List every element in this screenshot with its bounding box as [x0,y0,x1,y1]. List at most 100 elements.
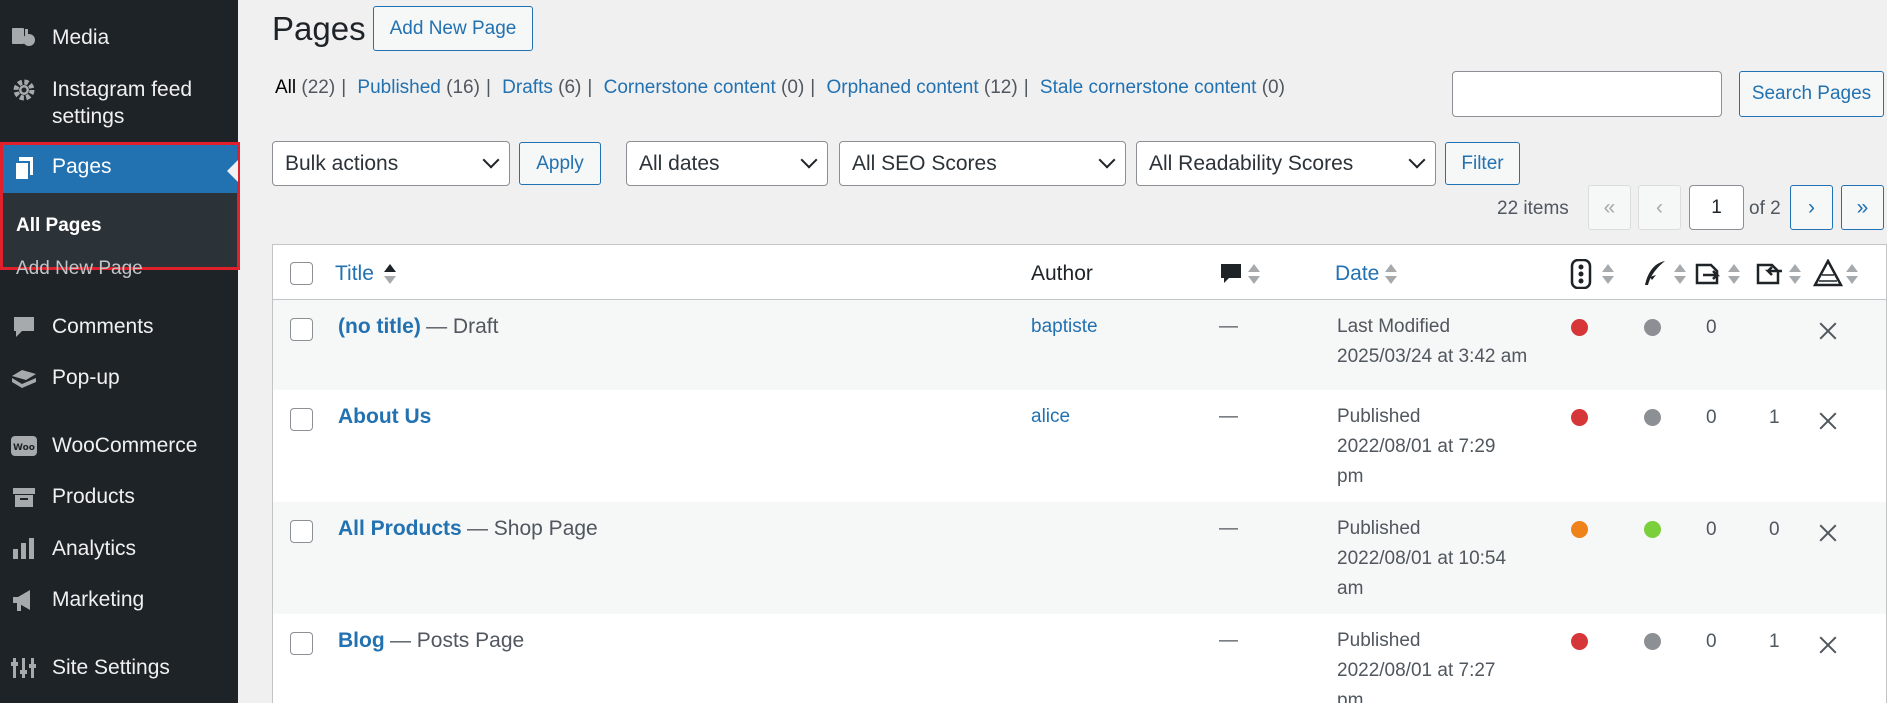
count-published: (16) [446,77,480,98]
readability-score-dot [1644,521,1661,538]
column-author: Author [1031,262,1093,285]
links-out-count: 1 [1769,407,1780,428]
submenu-add-new-page[interactable]: Add New Page [16,258,143,280]
admin-sidebar: Media Instagram feed settings Pages All … [0,0,240,703]
x-mark-icon [1817,522,1839,544]
title-cell: Blog — Posts Page [338,626,524,657]
warning-triangle-icon[interactable] [1812,258,1844,293]
count-cornerstone: (0) [781,77,805,98]
submenu-all-pages[interactable]: All Pages [16,215,102,237]
menu-label-popup: Pop-up [52,366,120,389]
row-date: Last Modified 2025/03/24 at 3:42 am [1337,316,1528,367]
row-title-link[interactable]: All Products [338,517,462,540]
count-drafts: (6) [558,77,582,98]
seo-traffic-light-icon[interactable] [1570,258,1592,295]
add-new-page-button[interactable]: Add New Page [373,6,533,51]
links-in-count: 0 [1706,631,1717,652]
menu-label-pages: Pages [52,155,112,178]
apply-button[interactable]: Apply [519,142,601,185]
sort-seo-icon[interactable] [1602,264,1614,286]
x-mark-icon [1817,320,1839,342]
title-cell: About Us [338,402,431,433]
count-all: (22) [301,77,336,98]
row-comments: — [1219,630,1238,651]
bulk-actions-value: Bulk actions [285,151,399,175]
row-author[interactable]: alice [1031,402,1070,432]
sort-links-in-icon[interactable] [1789,264,1801,286]
comment-bubble-icon[interactable] [1219,262,1243,292]
dates-select[interactable]: All dates [626,141,828,186]
view-drafts[interactable]: Drafts [502,77,553,98]
row-state: — Posts Page [389,629,525,652]
readability-quill-icon[interactable] [1641,259,1667,293]
table-row: About Us alice — Published 2022/08/01 at … [273,390,1886,502]
count-stale: (0) [1261,77,1285,98]
pages-table: Title Author Date (no title) — Draft bap… [272,244,1887,703]
pages-menu-highlighted: Pages All Pages Add New Page [0,142,240,279]
dates-value: All dates [639,151,720,175]
row-comments: — [1219,406,1238,427]
row-checkbox[interactable] [290,318,313,341]
readability-score-dot [1644,409,1661,426]
row-comments: — [1219,316,1238,337]
internal-links-out-icon[interactable] [1693,257,1723,293]
last-page-button[interactable]: » [1841,185,1884,230]
row-checkbox[interactable] [290,520,313,543]
view-cornerstone[interactable]: Cornerstone content [604,77,776,98]
row-title-link[interactable]: About Us [338,405,431,428]
row-title-link[interactable]: Blog [338,629,385,652]
menu-label-media: Media [52,26,110,49]
table-row: All Products — Shop Page — Published 2022… [273,502,1886,614]
links-in-count: 0 [1706,407,1717,428]
row-date: Published 2022/08/01 at 7:27 pm [1337,630,1496,703]
view-orphaned[interactable]: Orphaned content [827,77,979,98]
seo-scores-select[interactable]: All SEO Scores [839,141,1126,186]
sort-readability-icon[interactable] [1674,264,1686,286]
prev-page-button[interactable]: ‹ [1638,185,1681,230]
sort-date-icon[interactable] [1385,264,1397,286]
menu-label-woocommerce: WooCommerce [52,434,198,457]
links-out-count: 0 [1769,519,1780,540]
chevron-down-icon [1408,151,1426,169]
row-title-link[interactable]: (no title) [338,315,421,338]
column-date[interactable]: Date [1335,262,1379,286]
sort-links-out-icon[interactable] [1728,264,1740,286]
row-author[interactable]: baptiste [1031,312,1098,342]
view-published[interactable]: Published [357,77,440,98]
archive-icon [10,483,38,511]
next-page-button[interactable]: › [1790,185,1833,230]
popup-icon [10,364,38,392]
row-checkbox[interactable] [290,632,313,655]
sort-asc-icon[interactable] [384,264,396,286]
first-page-button[interactable]: « [1588,185,1631,230]
current-page-input[interactable]: 1 [1689,185,1744,230]
internal-links-in-icon[interactable] [1754,257,1784,293]
page-title: Pages [272,10,366,47]
row-checkbox[interactable] [290,408,313,431]
search-pages-button[interactable]: Search Pages [1739,71,1884,117]
count-orphaned: (12) [983,77,1018,98]
row-state: — Draft [426,315,499,338]
title-cell: All Products — Shop Page [338,514,598,545]
readability-scores-select[interactable]: All Readability Scores [1136,141,1436,186]
view-filters: All (22) | Published (16) | Drafts (6) | Co… [275,77,1285,98]
sort-cornerstone-icon[interactable] [1846,264,1858,286]
sort-comments-icon[interactable] [1248,264,1260,286]
column-title[interactable]: Title [335,262,374,286]
megaphone-icon [10,586,38,614]
links-out-count: 1 [1769,631,1780,652]
svg-text:Woo: Woo [13,443,35,453]
bulk-actions-select[interactable]: Bulk actions [272,141,510,186]
filter-button[interactable]: Filter [1445,142,1520,185]
view-all[interactable]: All [275,77,296,98]
table-row: Blog — Posts Page — Published 2022/08/01 … [273,614,1886,703]
chevron-down-icon [800,151,818,169]
seo-score-dot [1571,409,1588,426]
menu-item-pages[interactable]: Pages [3,145,238,193]
items-count: 22 items [1497,198,1569,219]
menu-label-site-settings: Site Settings [52,656,170,679]
select-all-checkbox[interactable] [290,262,313,285]
sliders-icon [10,654,38,682]
search-input[interactable] [1452,71,1722,117]
view-stale-cornerstone[interactable]: Stale cornerstone content [1040,77,1257,98]
